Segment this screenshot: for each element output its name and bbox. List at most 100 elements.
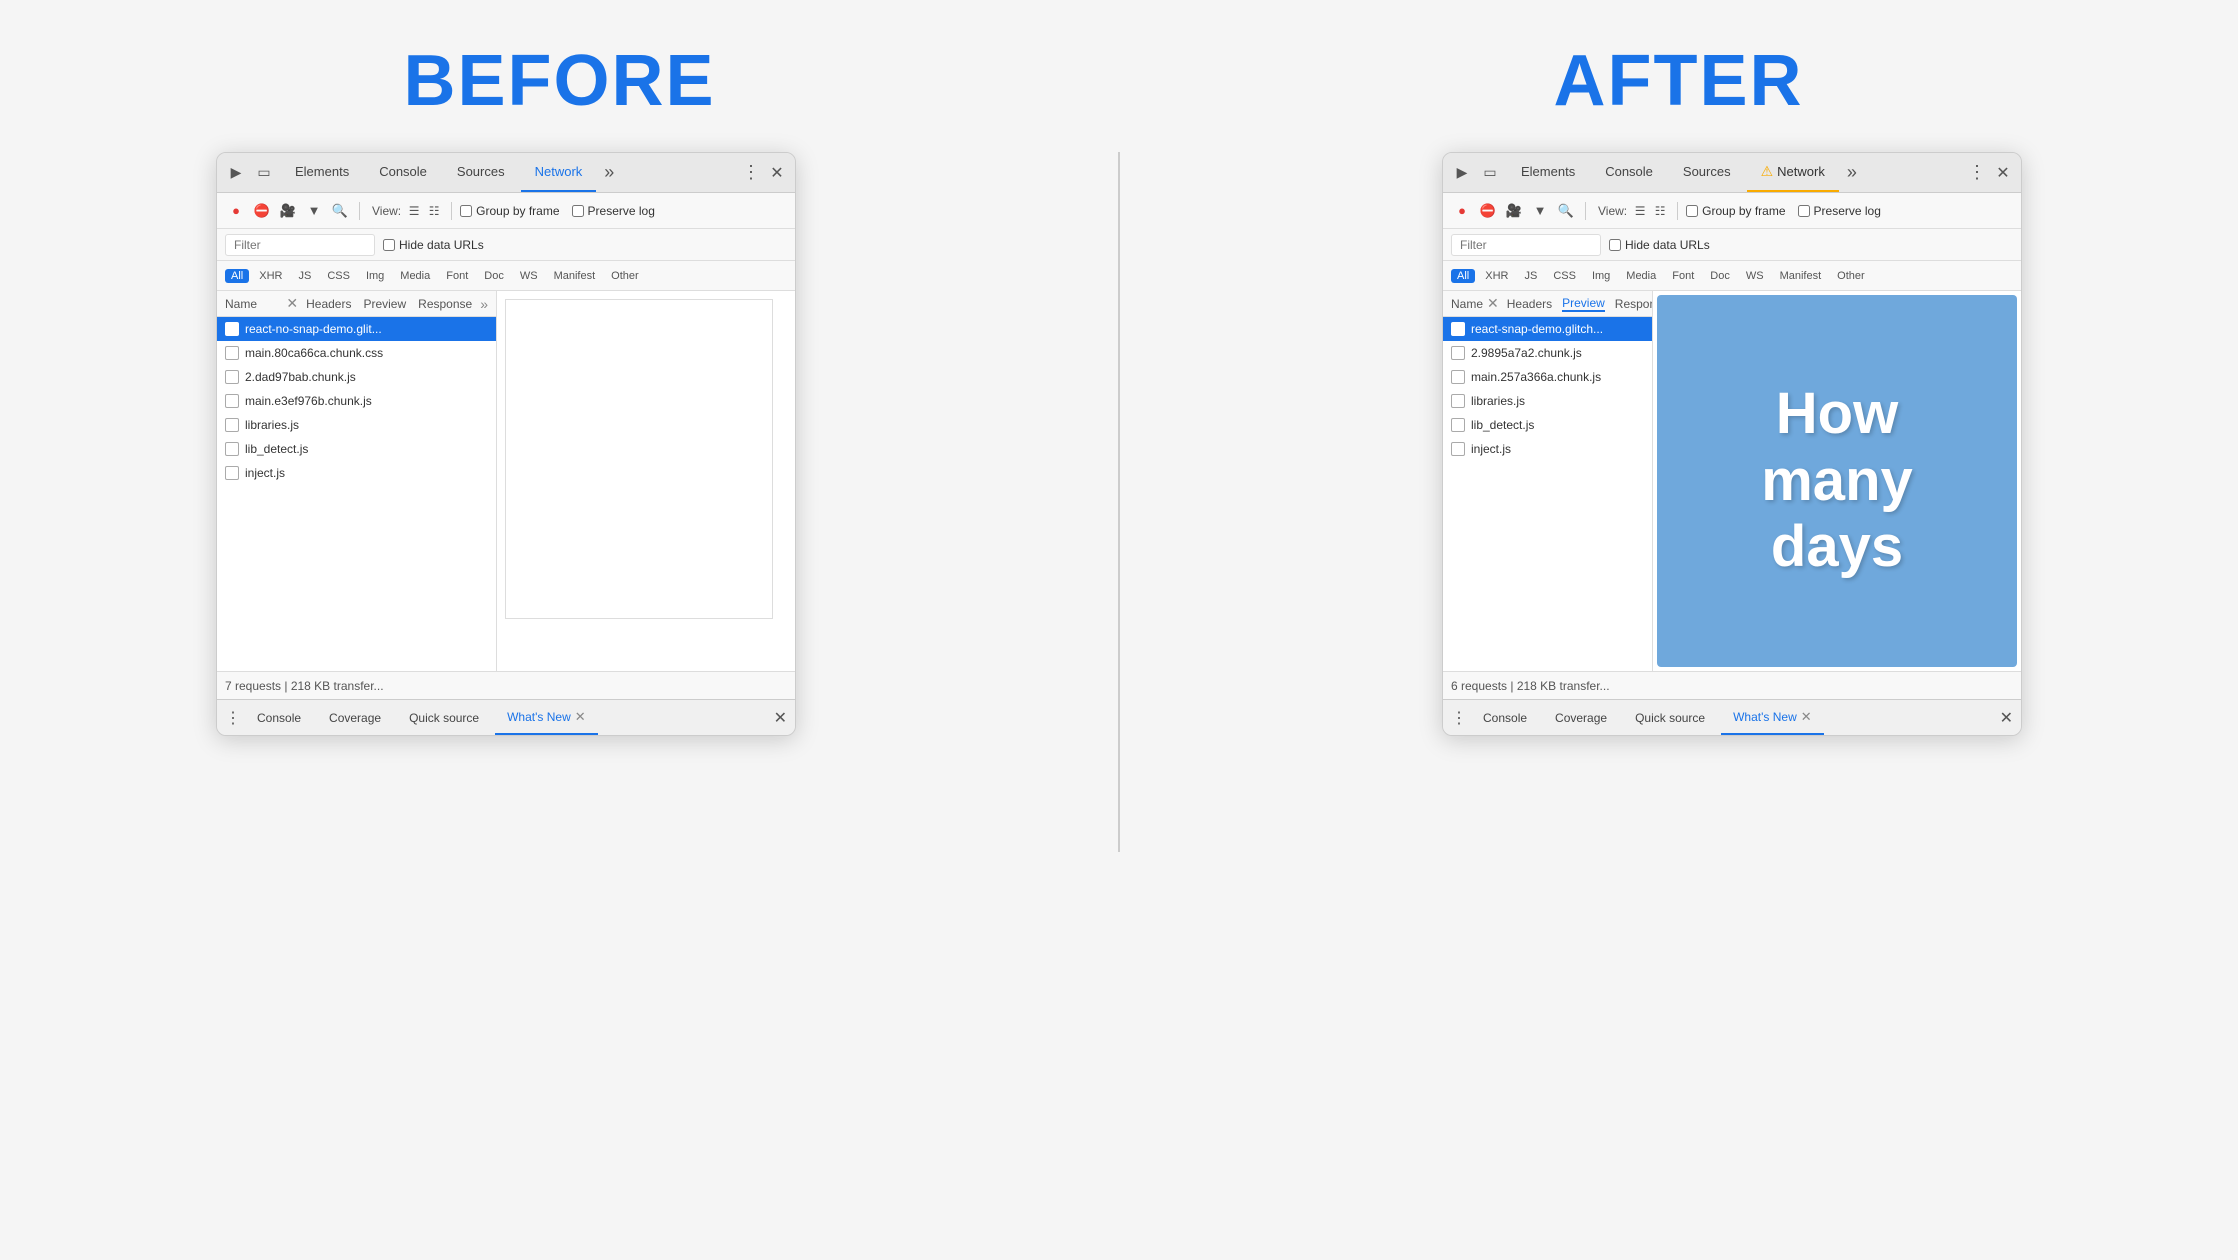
filter-font-before[interactable]: Font <box>440 269 474 283</box>
tab-sources-before[interactable]: Sources <box>443 153 519 192</box>
tab-console-after[interactable]: Console <box>1591 153 1667 192</box>
view-compact-after[interactable]: ☷ <box>1651 202 1669 220</box>
file-item-before-6[interactable]: inject.js <box>217 461 496 485</box>
preserve-log-before[interactable]: Preserve log <box>572 204 655 218</box>
filter-ws-after[interactable]: WS <box>1740 269 1770 283</box>
more-tabs-after[interactable]: » <box>1841 162 1863 183</box>
tab-elements-before[interactable]: Elements <box>281 153 363 192</box>
device-icon[interactable]: ▭ <box>253 162 275 184</box>
hide-data-urls-checkbox-before[interactable] <box>383 239 395 251</box>
filter-xhr-before[interactable]: XHR <box>253 269 288 283</box>
hide-data-urls-before[interactable]: Hide data URLs <box>383 238 484 252</box>
group-by-frame-checkbox-after[interactable] <box>1686 205 1698 217</box>
file-item-after-5[interactable]: inject.js <box>1443 437 1652 461</box>
filter-ws-before[interactable]: WS <box>514 269 544 283</box>
file-item-before-5[interactable]: lib_detect.js <box>217 437 496 461</box>
file-item-before-4[interactable]: libraries.js <box>217 413 496 437</box>
record-btn-after[interactable]: ● <box>1451 200 1473 222</box>
whatsnew-close-before[interactable]: ✕ <box>575 709 586 725</box>
filter-doc-after[interactable]: Doc <box>1704 269 1736 283</box>
col-close-before[interactable]: ✕ <box>286 295 298 312</box>
tab-elements-after[interactable]: Elements <box>1507 153 1589 192</box>
view-list-before[interactable]: ☰ <box>405 202 423 220</box>
filter-img-after[interactable]: Img <box>1586 269 1616 283</box>
filter-manifest-before[interactable]: Manifest <box>548 269 602 283</box>
close-after[interactable]: ✕ <box>1993 163 2013 183</box>
more-tabs-before[interactable]: » <box>598 162 620 183</box>
drawer-tab-whatsnew-before[interactable]: What's New ✕ <box>495 700 598 735</box>
filter-input-after[interactable] <box>1451 234 1601 256</box>
file-item-after-2[interactable]: main.257a366a.chunk.js <box>1443 365 1652 389</box>
preserve-log-after[interactable]: Preserve log <box>1798 204 1881 218</box>
file-item-after-3[interactable]: libraries.js <box>1443 389 1652 413</box>
preserve-log-checkbox-after[interactable] <box>1798 205 1810 217</box>
filter-css-after[interactable]: CSS <box>1547 269 1582 283</box>
view-compact-before[interactable]: ☷ <box>425 202 443 220</box>
file-item-after-4[interactable]: lib_detect.js <box>1443 413 1652 437</box>
drawer-tab-console-after[interactable]: Console <box>1471 700 1539 735</box>
tab-network-after[interactable]: ⚠ Network <box>1747 153 1839 192</box>
drawer-close-after[interactable]: ✕ <box>2000 708 2013 728</box>
group-by-frame-after[interactable]: Group by frame <box>1686 204 1785 218</box>
filter-css-before[interactable]: CSS <box>321 269 356 283</box>
device-icon-after[interactable]: ▭ <box>1479 162 1501 184</box>
camera-btn-after[interactable]: 🎥 <box>1503 200 1525 222</box>
drawer-tab-coverage-before[interactable]: Coverage <box>317 700 393 735</box>
preserve-log-checkbox-before[interactable] <box>572 205 584 217</box>
drawer-dots-before[interactable]: ⋮ <box>225 708 241 728</box>
clear-btn-after[interactable]: ⛔ <box>1477 200 1499 222</box>
tab-network-before[interactable]: Network <box>521 153 597 192</box>
search-btn-before[interactable]: 🔍 <box>329 200 351 222</box>
file-item-before-1[interactable]: main.80ca66ca.chunk.css <box>217 341 496 365</box>
hide-data-urls-after[interactable]: Hide data URLs <box>1609 238 1710 252</box>
filter-other-after[interactable]: Other <box>1831 269 1871 283</box>
filter-btn-after[interactable]: ▼ <box>1529 200 1551 222</box>
group-by-frame-before[interactable]: Group by frame <box>460 204 559 218</box>
file-item-before-3[interactable]: main.e3ef976b.chunk.js <box>217 389 496 413</box>
filter-input-before[interactable] <box>225 234 375 256</box>
file-item-before-0[interactable]: react-no-snap-demo.glit... <box>217 317 496 341</box>
filter-media-before[interactable]: Media <box>394 269 436 283</box>
inspect-icon[interactable]: ▶ <box>225 162 247 184</box>
filter-img-before[interactable]: Img <box>360 269 390 283</box>
drawer-dots-after[interactable]: ⋮ <box>1451 708 1467 728</box>
filter-doc-before[interactable]: Doc <box>478 269 510 283</box>
tab-console-before[interactable]: Console <box>365 153 441 192</box>
drawer-tab-console-before[interactable]: Console <box>245 700 313 735</box>
before-filterbar: Hide data URLs <box>217 229 795 261</box>
inspect-icon-after[interactable]: ▶ <box>1451 162 1473 184</box>
clear-btn-before[interactable]: ⛔ <box>251 200 273 222</box>
filter-all-after[interactable]: All <box>1451 269 1475 283</box>
filter-media-after[interactable]: Media <box>1620 269 1662 283</box>
file-icon-after-3 <box>1451 394 1465 408</box>
more-options-before[interactable]: ⋮ <box>742 162 761 183</box>
camera-btn-before[interactable]: 🎥 <box>277 200 299 222</box>
file-item-before-2[interactable]: 2.dad97bab.chunk.js <box>217 365 496 389</box>
hide-data-urls-checkbox-after[interactable] <box>1609 239 1621 251</box>
drawer-tab-whatsnew-after[interactable]: What's New ✕ <box>1721 700 1824 735</box>
filter-btn-before[interactable]: ▼ <box>303 200 325 222</box>
file-item-after-1[interactable]: 2.9895a7a2.chunk.js <box>1443 341 1652 365</box>
view-list-after[interactable]: ☰ <box>1631 202 1649 220</box>
drawer-tab-quicksource-after[interactable]: Quick source <box>1623 700 1717 735</box>
group-by-frame-checkbox-before[interactable] <box>460 205 472 217</box>
drawer-tab-quicksource-before[interactable]: Quick source <box>397 700 491 735</box>
whatsnew-close-after[interactable]: ✕ <box>1801 709 1812 725</box>
search-btn-after[interactable]: 🔍 <box>1555 200 1577 222</box>
filter-other-before[interactable]: Other <box>605 269 645 283</box>
filter-font-after[interactable]: Font <box>1666 269 1700 283</box>
close-before[interactable]: ✕ <box>767 163 787 183</box>
filter-all-before[interactable]: All <box>225 269 249 283</box>
drawer-close-before[interactable]: ✕ <box>774 708 787 728</box>
filter-js-after[interactable]: JS <box>1518 269 1543 283</box>
col-close-after[interactable]: ✕ <box>1487 295 1499 312</box>
tab-sources-after[interactable]: Sources <box>1669 153 1745 192</box>
file-item-after-0[interactable]: react-snap-demo.glitch... <box>1443 317 1652 341</box>
filter-js-before[interactable]: JS <box>292 269 317 283</box>
record-btn-before[interactable]: ● <box>225 200 247 222</box>
more-options-after[interactable]: ⋮ <box>1968 162 1987 183</box>
drawer-tab-coverage-after[interactable]: Coverage <box>1543 700 1619 735</box>
file-icon-before-2 <box>225 370 239 384</box>
filter-xhr-after[interactable]: XHR <box>1479 269 1514 283</box>
filter-manifest-after[interactable]: Manifest <box>1774 269 1828 283</box>
